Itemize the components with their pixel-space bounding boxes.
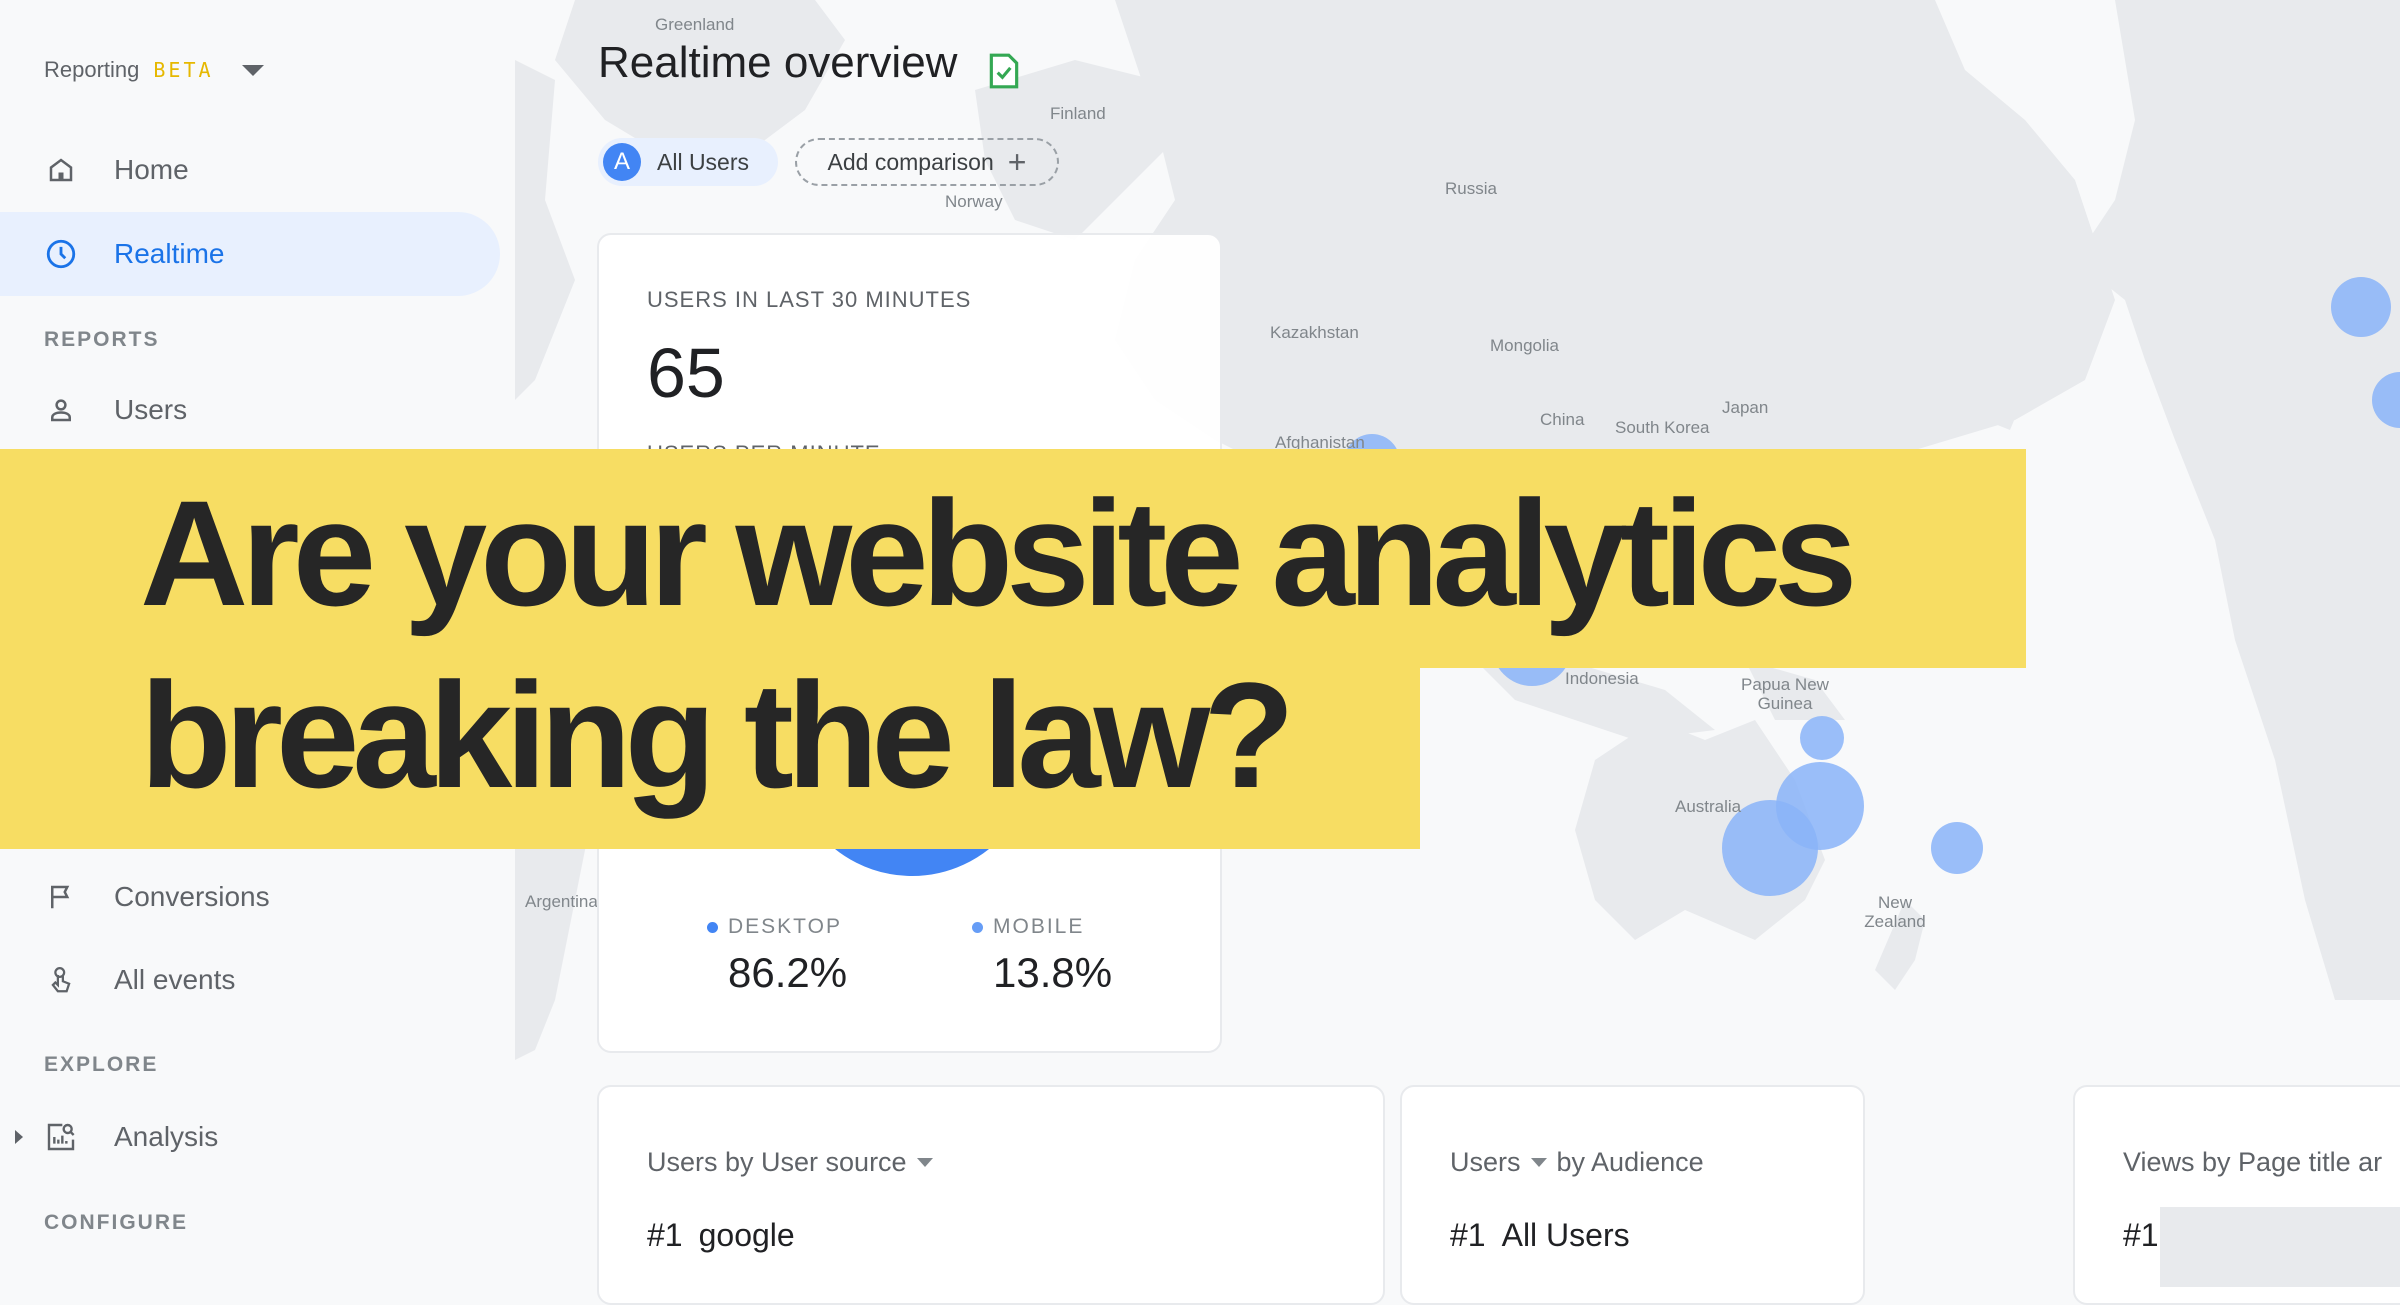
sidebar-item-label: Analysis [114,1121,219,1152]
all-users-label: All Users [657,148,750,175]
card-title-text: by Audience [1556,1147,1704,1177]
map-label: Finland [1050,104,1106,123]
users-by-source-card: Users by User source #1 google [597,1085,1385,1305]
dropdown-arrow-icon[interactable] [916,1158,933,1167]
redacted-value [2160,1207,2400,1287]
table-row: #1 google [647,1217,795,1254]
map-label: Indonesia [1565,669,1639,688]
card-title: Views by Page title ar [2123,1147,2382,1178]
sidebar-item-analysis[interactable]: Analysis [0,1095,500,1179]
row-rank: #1 [2123,1217,2159,1253]
map-label: South Korea [1615,418,1710,437]
mobile-dot-icon [972,921,983,933]
beta-badge: BETA [153,58,214,82]
page-title: Realtime overview [598,38,958,87]
home-icon [44,153,78,187]
all-users-chip[interactable]: A All Users [598,138,778,186]
legend-name: MOBILE [993,915,1085,938]
row-value: google [698,1217,795,1253]
map-label: Papua New Guinea [1741,675,1829,713]
flag-icon [44,880,78,914]
sidebar-item-home[interactable]: Home [0,128,500,212]
metric-selector-label[interactable]: Users [1450,1147,1521,1178]
map-label: Greenland [655,15,735,34]
clock-icon [44,237,78,271]
add-comparison-label: Add comparison [827,148,994,175]
sidebar-item-realtime[interactable]: Realtime [0,212,500,296]
map-label: Australia [1675,797,1742,816]
card-title-text: Views by Page title ar [2123,1147,2383,1177]
map-label: Mongolia [1490,336,1559,355]
bubble-new-zealand [1931,822,1983,874]
analysis-icon [44,1120,78,1154]
views-by-page-title-card: Views by Page title ar #1 [2073,1085,2400,1305]
users-by-audience-card: Users by Audience #1 All Users [1400,1085,1865,1305]
card-title[interactable]: Users by User source [647,1147,933,1178]
comparison-avatar: A [603,143,641,181]
section-heading-reports: REPORTS [44,328,160,351]
map-label: Norway [945,192,1003,211]
row-value: All Users [1501,1217,1630,1253]
sidebar-item-label: Users [114,394,188,425]
map-label: Russia [1445,179,1497,198]
map-label: Argentina [525,892,598,911]
chevron-down-icon [241,64,264,76]
touch-icon [44,963,78,997]
legend-name: DESKTOP [728,915,842,938]
section-heading-configure: CONFIGURE [44,1211,188,1234]
legend-value: 13.8% [993,949,1113,996]
plus-icon: + [1007,144,1027,180]
land-west-edge [515,60,575,400]
desktop-dot-icon [707,921,718,933]
row-rank: #1 [647,1217,683,1253]
map-label: New Zealand [1864,893,1926,931]
legend-mobile: MOBILE 13.8% [972,915,1112,997]
legend-value: 86.2% [728,949,848,996]
dropdown-arrow-icon[interactable] [1530,1158,1547,1167]
sidebar-item-all-events[interactable]: All events [0,938,500,1022]
card-title-text: Users by User source [647,1147,907,1177]
sidebar-item-users[interactable]: Users [0,368,500,452]
reporting-selector[interactable]: Reporting BETA [44,52,264,88]
headline-line-1: Are your website analytics [140,469,1857,637]
reporting-label: Reporting [44,57,140,82]
card-title: Users by Audience [1450,1147,1704,1178]
person-icon [44,393,78,427]
map-label: China [1540,410,1585,429]
bubble-canada [2331,277,2391,337]
sidebar-item-conversions[interactable]: Conversions [0,855,500,939]
table-row: #1 All Users [1450,1217,1630,1254]
bubble-brisbane [1776,762,1864,850]
row-rank: #1 [1450,1217,1486,1253]
sidebar-item-label: Realtime [114,238,225,269]
users-last-30-value: 65 [647,334,725,412]
sidebar-item-label: Conversions [114,881,270,912]
add-comparison-button[interactable]: Add comparison + [795,138,1059,186]
users-last-30-label: USERS IN LAST 30 MINUTES [647,287,972,312]
map-label: Kazakhstan [1270,323,1359,342]
sidebar-item-label: Home [114,154,189,185]
verified-report-icon[interactable] [987,52,1021,95]
legend-desktop: DESKTOP 86.2% [707,915,847,997]
section-heading-explore: EXPLORE [44,1053,159,1076]
bubble-queensland [1800,716,1844,760]
headline-line-2: breaking the law? [140,651,1295,819]
expand-arrow-icon[interactable] [15,1130,23,1144]
sidebar-item-label: All events [114,964,236,995]
land-eurasia [1115,0,2115,470]
land-north-america [2075,0,2400,1000]
map-label: Japan [1722,398,1769,417]
